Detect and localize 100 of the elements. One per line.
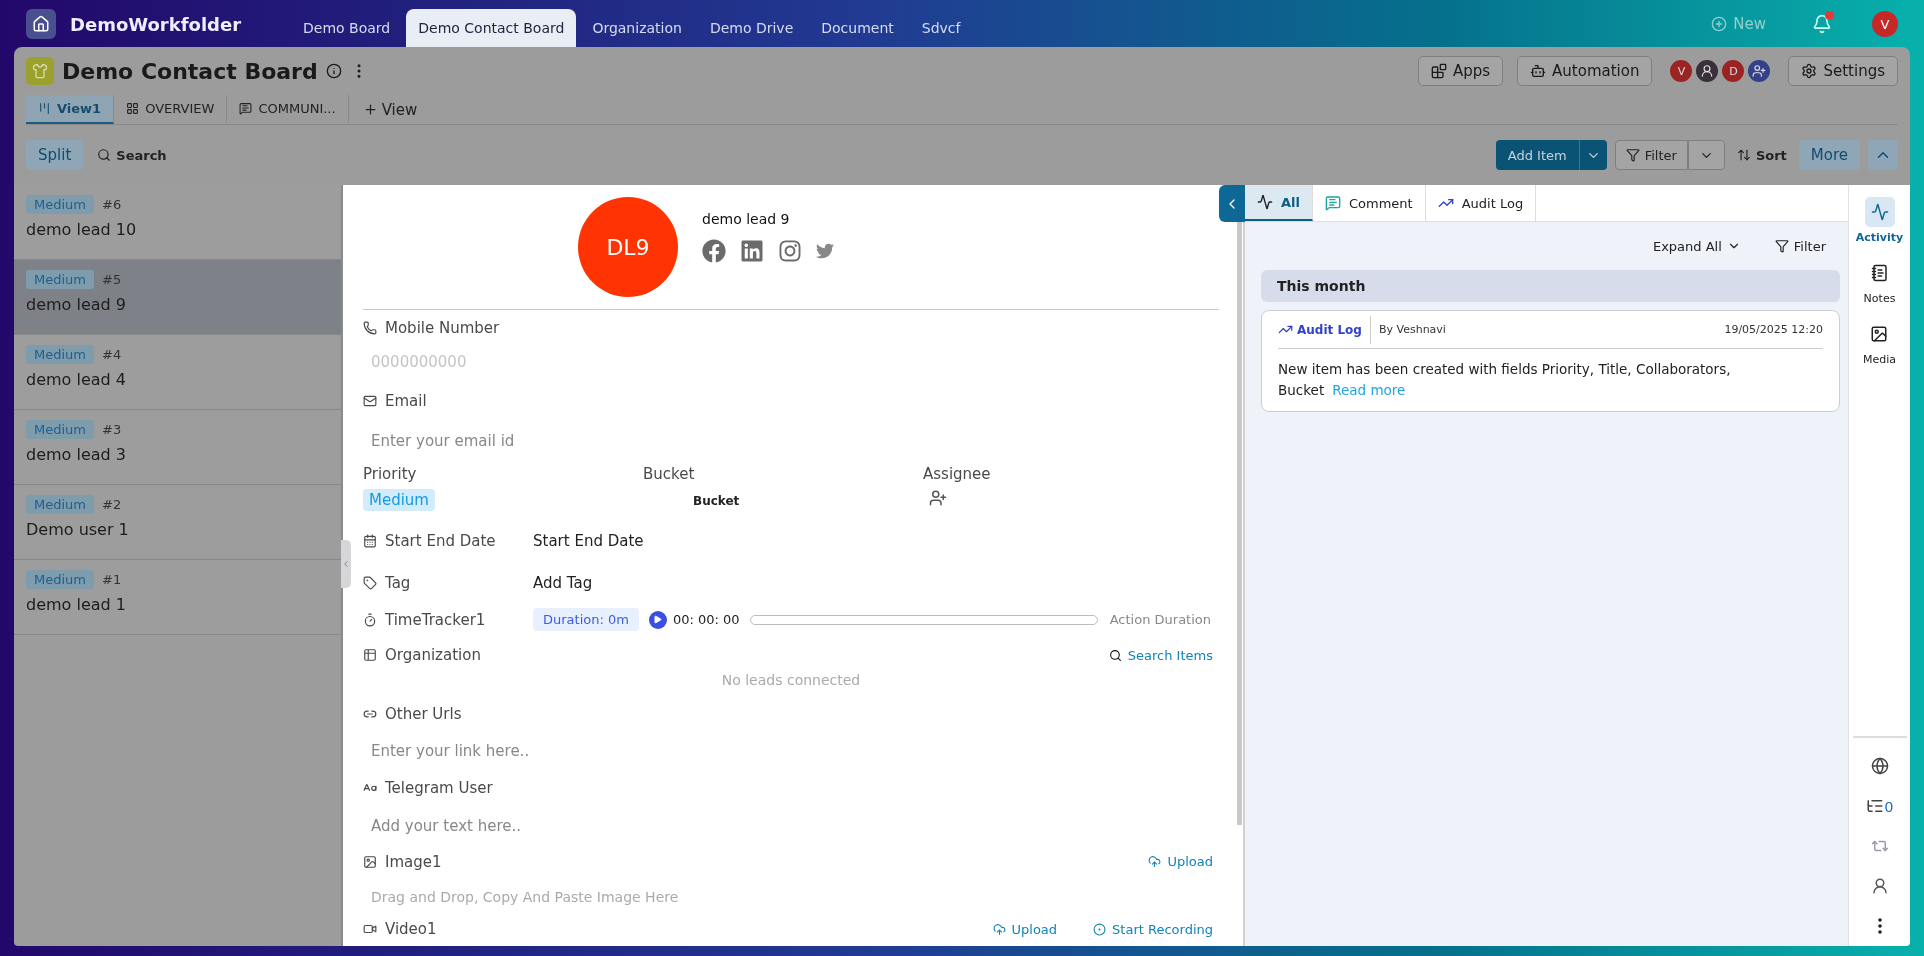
notifications-button[interactable]	[1812, 14, 1832, 34]
user-icon	[1700, 64, 1715, 78]
lead-number: #2	[102, 497, 122, 512]
field-label: Email	[385, 392, 427, 411]
lead-card[interactable]: Medium #5 demo lead 9	[14, 260, 341, 335]
activity-icon	[1257, 194, 1273, 210]
filter-button[interactable]: Filter	[1614, 140, 1688, 170]
image-icon	[363, 854, 377, 869]
bucket-value[interactable]: Bucket	[693, 489, 923, 514]
lead-name: Demo user 1	[26, 520, 130, 539]
settings-button[interactable]: Settings	[1788, 56, 1898, 86]
filter-button[interactable]: Filter	[1770, 238, 1830, 254]
instagram-icon[interactable]	[778, 239, 802, 264]
search-button[interactable]: Search	[93, 147, 171, 163]
priority-tag: Medium	[26, 495, 94, 514]
field-label: Mobile Number	[385, 318, 500, 337]
member-avatar[interactable]: D	[1720, 58, 1747, 84]
collapse-button[interactable]	[1868, 140, 1898, 170]
image-icon	[1870, 325, 1889, 343]
upload-link[interactable]: Upload	[986, 920, 1064, 938]
priority-tag: Medium	[26, 270, 94, 289]
info-icon[interactable]	[325, 63, 342, 79]
field-label: Bucket	[643, 465, 696, 484]
lead-number: #5	[102, 272, 122, 287]
duration-badge: Duration: 0m	[533, 608, 639, 632]
filter-icon	[1625, 148, 1640, 162]
board-tab[interactable]: Demo Contact Board	[406, 9, 577, 47]
empty-message: No leads connected	[720, 671, 862, 690]
field-label: Start End Date	[385, 531, 496, 550]
board-tab[interactable]: Organization	[580, 9, 694, 47]
play-button[interactable]	[648, 610, 667, 629]
collapse-button[interactable]	[1219, 185, 1245, 222]
board-tab[interactable]: Demo Drive	[697, 9, 806, 47]
rail-item[interactable]: Notes	[1863, 258, 1896, 305]
field-label: TimeTracker1	[385, 610, 486, 629]
lead-name: demo lead 1	[26, 595, 127, 614]
upload-link[interactable]: Upload	[1142, 853, 1219, 871]
cloud-upload-icon	[1148, 855, 1162, 869]
phone-icon	[363, 320, 377, 335]
home-button[interactable]	[26, 9, 56, 39]
member-avatar[interactable]	[1694, 58, 1721, 84]
view-tab[interactable]: OVERVIEW	[114, 95, 228, 124]
board-tab[interactable]: Document	[809, 9, 906, 47]
more-icon	[1877, 918, 1882, 934]
field-label: Video1	[385, 920, 437, 939]
priority-tag: Medium	[26, 195, 94, 214]
activity-tab[interactable]: All	[1245, 185, 1313, 221]
robot-icon	[1530, 63, 1547, 79]
add-assignee-icon[interactable]	[929, 489, 947, 508]
field-label: Priority	[363, 465, 418, 484]
board-tab[interactable]: Sdvcf	[909, 9, 973, 47]
entry-author: By Veshnavi	[1377, 323, 1446, 336]
globe-icon	[1870, 757, 1889, 775]
drop-hint: Drag and Drop, Copy And Paste Image Here	[370, 888, 680, 907]
lead-name: demo lead 3	[26, 445, 127, 464]
add-item-button[interactable]: Add Item	[1495, 140, 1579, 170]
board-title: Demo Contact Board	[62, 58, 318, 84]
entry-time: 19/05/2025 12:20	[1724, 323, 1823, 336]
calendar-icon	[363, 533, 377, 548]
record-link[interactable]: Start Recording	[1087, 920, 1219, 938]
view-tab[interactable]: View1	[26, 95, 115, 124]
search-items-link[interactable]: Search Items	[1102, 646, 1219, 664]
linkedin-icon[interactable]	[740, 239, 764, 264]
split-button[interactable]: Split	[26, 140, 84, 170]
more-button[interactable]: More	[1798, 140, 1860, 170]
field-label: Organization	[385, 646, 481, 665]
automation-button[interactable]: Automation	[1517, 56, 1653, 86]
view-tab[interactable]: COMMUNI...	[227, 95, 349, 124]
collapse-handle[interactable]	[341, 540, 351, 588]
search-icon	[1108, 648, 1122, 662]
twitter-icon[interactable]	[816, 242, 834, 261]
entry-type: Audit Log	[1278, 315, 1371, 344]
action-duration: Action Duration	[1109, 612, 1211, 628]
priority-tag: Medium	[26, 345, 94, 364]
timer-icon	[363, 612, 377, 627]
apps-button[interactable]: Apps	[1417, 56, 1504, 86]
user-avatar[interactable]: V	[1872, 11, 1898, 37]
member-avatar[interactable]: V	[1668, 58, 1695, 84]
tree-icon	[1865, 797, 1884, 815]
board-tab[interactable]: Demo Board	[291, 9, 403, 47]
record-icon	[1093, 922, 1107, 936]
bell-icon	[1812, 14, 1832, 34]
home-icon	[32, 15, 50, 33]
settings-icon	[1801, 63, 1818, 79]
activity-icon	[1870, 203, 1889, 221]
field-label: Other Urls	[385, 704, 462, 723]
expand-all-button[interactable]: Expand All	[1648, 238, 1745, 254]
add-tag-button[interactable]: Add Tag	[533, 573, 593, 592]
plus-icon	[362, 102, 378, 117]
lead-number: #6	[102, 197, 122, 212]
table-icon	[363, 648, 377, 663]
field-label: Telegram User	[385, 779, 493, 798]
date-value[interactable]: Start End Date	[533, 531, 644, 550]
sort-button[interactable]: Sort	[1732, 147, 1791, 163]
rail-item[interactable]: Activity	[1855, 197, 1904, 244]
add-view-button[interactable]: View	[348, 95, 432, 124]
lead-avatar: DL9	[578, 197, 678, 298]
tree-button[interactable]: 0	[1865, 786, 1894, 826]
rail-item[interactable]: Media	[1862, 319, 1896, 366]
facebook-icon[interactable]	[702, 239, 726, 264]
